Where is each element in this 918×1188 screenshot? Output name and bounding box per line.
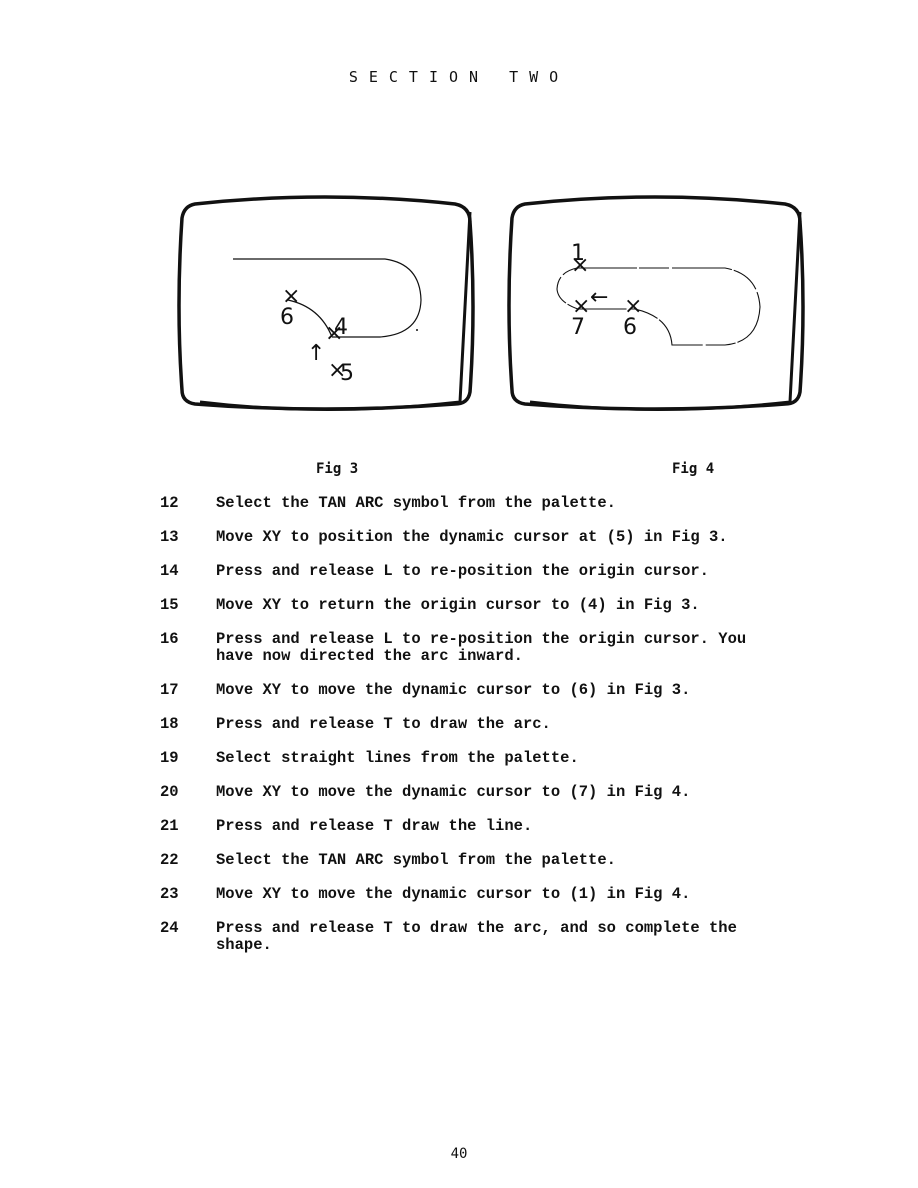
screen-frame (507, 195, 805, 411)
step-text: Press and release T to draw the arc, and… (216, 919, 737, 954)
step-text: Move XY to move the dynamic cursor to (7… (216, 783, 691, 801)
figure-3: × 6 × 4 ↑ × 5 (170, 192, 480, 422)
step-text: Select straight lines from the palette. (216, 749, 579, 767)
step-item: 21 Press and release T draw the line. (160, 818, 840, 835)
screen-frame (177, 195, 475, 411)
step-number: 16 (160, 630, 179, 648)
step-number: 22 (160, 851, 179, 869)
step-text: Move XY to position the dynamic cursor a… (216, 528, 728, 546)
step-text: Press and release L to re-position the o… (216, 562, 709, 580)
point-label-6: 6 (623, 315, 637, 340)
step-text: Press and release T to draw the arc. (216, 715, 551, 733)
step-item: 17 Move XY to move the dynamic cursor to … (160, 682, 840, 699)
figure-4-caption: Fig 4 (672, 461, 715, 477)
step-item: 20 Move XY to move the dynamic cursor to … (160, 784, 840, 801)
step-item: 22 Select the TAN ARC symbol from the pal… (160, 852, 840, 869)
step-item: 15 Move XY to return the origin cursor to… (160, 597, 840, 614)
step-list: 12 Select the TAN ARC symbol from the pal… (160, 495, 840, 954)
page-number: 40 (450, 1146, 468, 1162)
step-number: 24 (160, 919, 179, 937)
figure-3-caption: Fig 3 (316, 461, 359, 477)
step-item: 12 Select the TAN ARC symbol from the pal… (160, 495, 840, 512)
step-number: 21 (160, 817, 179, 835)
figure-3-drawing: × 6 × 4 ↑ × 5 (177, 195, 475, 411)
step-text: Move XY to move the dynamic cursor to (6… (216, 681, 691, 699)
point-label-4: 4 (334, 315, 348, 340)
step-text: Move XY to return the origin cursor to (… (216, 596, 700, 614)
point-label-7: 7 (571, 315, 585, 340)
step-item: 16 Press and release L to re-position the… (160, 631, 840, 665)
step-item: 23 Move XY to move the dynamic cursor to … (160, 886, 840, 903)
step-item: 18 Press and release T to draw the arc. (160, 716, 840, 733)
up-arrow-icon: ↑ (307, 341, 325, 366)
step-number: 12 (160, 494, 179, 512)
step-text: Press and release L to re-position the o… (216, 630, 747, 665)
step-item: 13 Move XY to position the dynamic cursor… (160, 529, 840, 546)
step-number: 17 (160, 681, 179, 699)
point-label-5: 5 (340, 361, 354, 386)
step-number: 20 (160, 783, 179, 801)
step-text: Press and release T draw the line. (216, 817, 533, 835)
step-text: Move XY to move the dynamic cursor to (1… (216, 885, 691, 903)
left-arrow-icon: ← (590, 285, 608, 310)
step-number: 15 (160, 596, 179, 614)
step-number: 19 (160, 749, 179, 767)
point-label-1: 1 (571, 241, 585, 266)
step-text: Select the TAN ARC symbol from the palet… (216, 494, 616, 512)
step-number: 14 (160, 562, 179, 580)
step-item: 14 Press and release L to re-position the… (160, 563, 840, 580)
section-title: SECTION TWO (348, 68, 570, 86)
step-number: 23 (160, 885, 179, 903)
point-label-6: 6 (280, 305, 294, 330)
figure-4-drawing: × 1 × 7 × 6 ← (507, 195, 805, 411)
step-number: 18 (160, 715, 179, 733)
step-item: 24 Press and release T to draw the arc, a… (160, 920, 840, 954)
step-text: Select the TAN ARC symbol from the palet… (216, 851, 616, 869)
step-number: 13 (160, 528, 179, 546)
figure-4: × 1 × 7 × 6 ← (500, 192, 810, 422)
step-item: 19 Select straight lines from the palette… (160, 750, 840, 767)
